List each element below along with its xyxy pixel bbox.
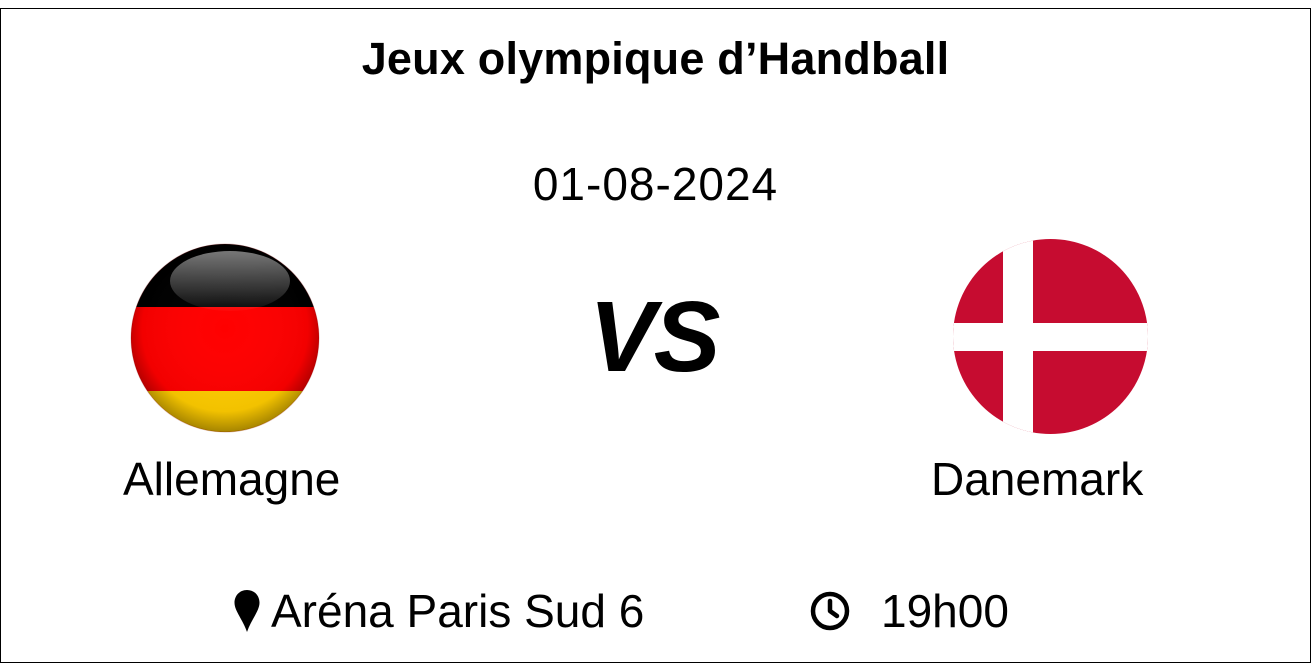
denmark-flag-icon bbox=[953, 239, 1148, 434]
germany-flag-icon bbox=[130, 243, 320, 433]
match-card: Jeux olympique d’Handball 01-08-2024 VS … bbox=[0, 8, 1311, 663]
clock-icon bbox=[810, 591, 850, 631]
away-team-name: Danemark bbox=[931, 453, 1144, 505]
location-pin-icon bbox=[234, 590, 260, 632]
time-info: 19h00 bbox=[809, 581, 1009, 641]
home-team-name: Allemagne bbox=[123, 453, 341, 505]
match-date: 01-08-2024 bbox=[532, 158, 779, 210]
event-title: Jeux olympique d’Handball bbox=[361, 33, 950, 84]
versus-label: VS bbox=[589, 281, 720, 393]
venue-info: Aréna Paris Sud 6 bbox=[233, 581, 644, 641]
venue-label: Aréna Paris Sud 6 bbox=[271, 585, 645, 637]
time-label: 19h00 bbox=[881, 585, 1009, 637]
